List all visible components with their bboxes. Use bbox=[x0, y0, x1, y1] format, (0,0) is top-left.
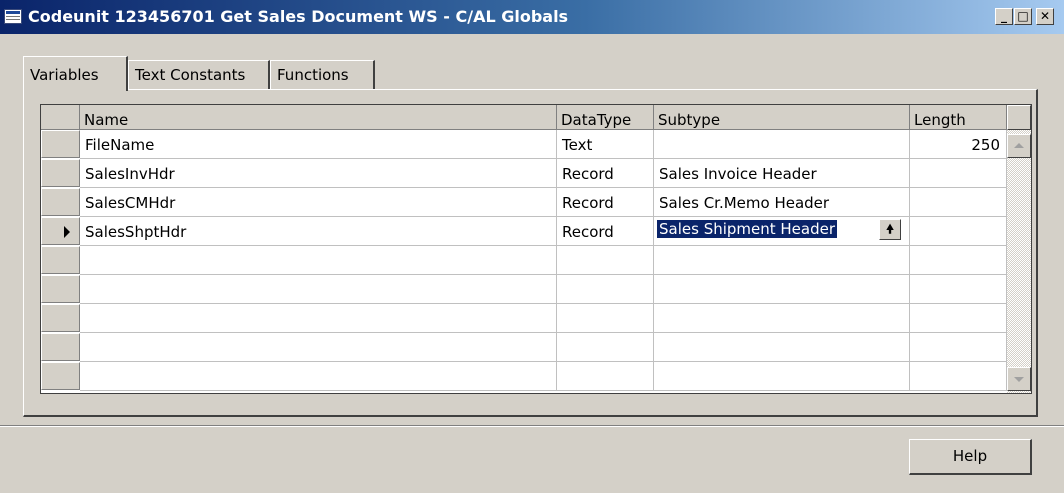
lookup-button[interactable]: 🠝 bbox=[879, 219, 901, 240]
name-cell[interactable]: SalesCMHdr bbox=[80, 188, 557, 217]
name-cell[interactable]: SalesInvHdr bbox=[80, 159, 557, 188]
length-cell[interactable]: 250 bbox=[910, 130, 1007, 159]
length-cell[interactable] bbox=[910, 246, 1007, 275]
row-selector[interactable] bbox=[41, 275, 80, 303]
name-cell[interactable] bbox=[80, 304, 557, 333]
minimize-icon: _ bbox=[1001, 9, 1007, 23]
variables-grid: Name DataType Subtype Length FileName Te… bbox=[40, 104, 1032, 394]
lookup-arrow-icon: 🠝 bbox=[886, 222, 894, 236]
scroll-down-arrow-icon bbox=[1014, 377, 1024, 382]
scrollbar-header-cap bbox=[1007, 105, 1031, 130]
vertical-scrollbar[interactable] bbox=[1007, 105, 1031, 393]
subtype-cell[interactable] bbox=[654, 130, 910, 159]
scroll-up-button[interactable] bbox=[1007, 134, 1031, 158]
maximize-icon: □ bbox=[1017, 9, 1029, 23]
row-selector[interactable] bbox=[41, 130, 80, 158]
subtype-cell[interactable] bbox=[654, 362, 910, 391]
close-icon: ✕ bbox=[1039, 9, 1051, 23]
scroll-down-button[interactable] bbox=[1007, 367, 1031, 391]
subtype-edit-field[interactable]: Sales Shipment Header bbox=[657, 220, 838, 238]
table-row[interactable]: SalesInvHdr Record Sales Invoice Header bbox=[41, 159, 1007, 188]
datatype-cell[interactable]: Record bbox=[557, 217, 654, 246]
column-header-name[interactable]: Name bbox=[80, 105, 557, 130]
name-cell[interactable] bbox=[80, 246, 557, 275]
name-cell[interactable] bbox=[80, 362, 557, 391]
datatype-cell[interactable] bbox=[557, 304, 654, 333]
tab-label: Text Constants bbox=[135, 66, 246, 84]
datatype-cell[interactable] bbox=[557, 362, 654, 391]
length-cell[interactable] bbox=[910, 159, 1007, 188]
table-row[interactable] bbox=[41, 362, 1007, 391]
name-cell[interactable] bbox=[80, 275, 557, 304]
tab-label: Variables bbox=[30, 66, 99, 84]
subtype-cell[interactable] bbox=[654, 246, 910, 275]
length-cell[interactable] bbox=[910, 217, 1007, 246]
help-button[interactable]: Help bbox=[909, 439, 1032, 475]
subtype-cell[interactable]: Sales Cr.Memo Header bbox=[654, 188, 910, 217]
column-header-length[interactable]: Length bbox=[910, 105, 1007, 130]
help-button-label: Help bbox=[952, 447, 988, 465]
row-selector[interactable] bbox=[41, 246, 80, 274]
minimize-button[interactable]: _ bbox=[995, 8, 1013, 25]
subtype-cell[interactable]: Sales Invoice Header bbox=[654, 159, 910, 188]
name-cell[interactable]: SalesShptHdr bbox=[80, 217, 557, 246]
table-row[interactable] bbox=[41, 333, 1007, 362]
row-selector[interactable] bbox=[41, 217, 80, 245]
row-selector[interactable] bbox=[41, 159, 80, 187]
row-selector[interactable] bbox=[41, 304, 80, 332]
length-cell[interactable] bbox=[910, 304, 1007, 333]
length-cell[interactable] bbox=[910, 275, 1007, 304]
column-header-datatype[interactable]: DataType bbox=[557, 105, 654, 130]
subtype-cell[interactable] bbox=[654, 304, 910, 333]
datatype-cell[interactable]: Text bbox=[557, 130, 654, 159]
current-row-arrow-icon bbox=[64, 226, 70, 238]
datatype-cell[interactable]: Record bbox=[557, 159, 654, 188]
row-selector[interactable] bbox=[41, 362, 80, 390]
footer-separator bbox=[0, 425, 1064, 427]
table-row[interactable] bbox=[41, 275, 1007, 304]
header-corner bbox=[41, 105, 80, 130]
datatype-cell[interactable] bbox=[557, 333, 654, 362]
subtype-cell[interactable] bbox=[654, 275, 910, 304]
row-selector[interactable] bbox=[41, 333, 80, 361]
datatype-cell[interactable] bbox=[557, 246, 654, 275]
subtype-cell[interactable] bbox=[654, 333, 910, 362]
length-cell[interactable] bbox=[910, 188, 1007, 217]
tab-label: Functions bbox=[277, 66, 349, 84]
maximize-button[interactable]: □ bbox=[1014, 8, 1032, 25]
title-bar: Codeunit 123456701 Get Sales Document WS… bbox=[0, 0, 1064, 34]
datatype-cell[interactable]: Record bbox=[557, 188, 654, 217]
table-row[interactable]: FileName Text 250 bbox=[41, 130, 1007, 159]
subtype-selected-text: Sales Shipment Header bbox=[657, 220, 838, 238]
name-cell[interactable]: FileName bbox=[80, 130, 557, 159]
tab-text-constants[interactable]: Text Constants bbox=[128, 60, 270, 89]
name-cell[interactable] bbox=[80, 333, 557, 362]
table-window-icon bbox=[4, 9, 22, 24]
length-cell[interactable] bbox=[910, 362, 1007, 391]
table-row[interactable] bbox=[41, 304, 1007, 333]
table-row-current[interactable]: SalesShptHdr Record Sales Shipment Heade… bbox=[41, 217, 1007, 246]
table-row[interactable]: SalesCMHdr Record Sales Cr.Memo Header bbox=[41, 188, 1007, 217]
row-selector[interactable] bbox=[41, 188, 80, 216]
length-cell[interactable] bbox=[910, 333, 1007, 362]
tab-variables[interactable]: Variables bbox=[23, 56, 128, 91]
tab-functions[interactable]: Functions bbox=[270, 60, 375, 89]
subtype-cell-editing[interactable]: Sales Shipment Header 🠝 bbox=[654, 217, 910, 246]
scroll-up-arrow-icon bbox=[1014, 143, 1024, 148]
table-row[interactable] bbox=[41, 246, 1007, 275]
window-title: Codeunit 123456701 Get Sales Document WS… bbox=[28, 7, 569, 26]
datatype-cell[interactable] bbox=[557, 275, 654, 304]
column-header-subtype[interactable]: Subtype bbox=[654, 105, 910, 130]
close-button[interactable]: ✕ bbox=[1036, 8, 1054, 25]
